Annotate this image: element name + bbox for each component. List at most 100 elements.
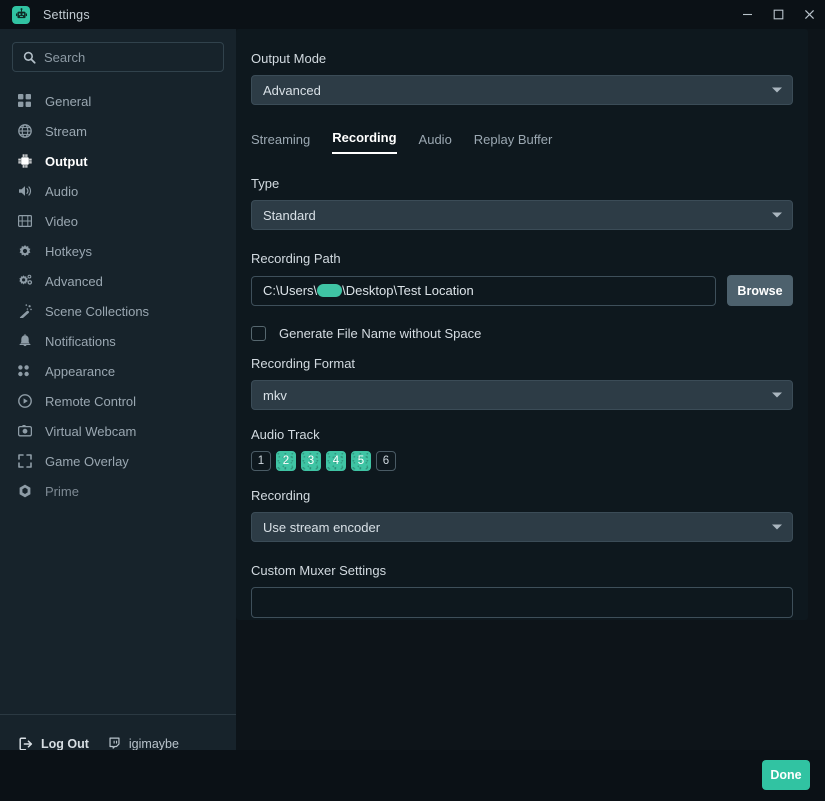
settings-panel: Output Mode Advanced Streaming Recording…: [236, 29, 808, 620]
gears-icon: [18, 274, 36, 288]
camera-icon: [18, 424, 36, 438]
sidebar-item-label: Stream: [45, 123, 87, 139]
tab-recording[interactable]: Recording: [332, 130, 397, 154]
recording-path-row: C:\Users\ \Desktop\Test Location Browse: [251, 275, 793, 306]
chevron-down-icon: [772, 524, 782, 530]
sidebar-item-notifications[interactable]: Notifications: [0, 326, 236, 356]
tab-streaming[interactable]: Streaming: [251, 132, 310, 154]
custom-muxer-input[interactable]: [251, 587, 793, 618]
window-controls: [732, 0, 825, 29]
custom-muxer-label: Custom Muxer Settings: [251, 563, 387, 578]
audio-track-4[interactable]: 4: [326, 451, 346, 471]
sidebar-item-label: General: [45, 93, 92, 109]
audio-track-5[interactable]: 5: [351, 451, 371, 471]
expand-icon: [18, 454, 36, 468]
logout-icon: [19, 736, 33, 751]
sidebar-item-label: Scene Collections: [45, 303, 150, 319]
audio-track-3[interactable]: 3: [301, 451, 321, 471]
type-label: Type: [251, 176, 280, 191]
generate-file-name-checkbox[interactable]: [251, 326, 266, 341]
log-out-button[interactable]: Log Out: [19, 737, 89, 751]
browse-button[interactable]: Browse: [727, 275, 793, 306]
recording-encoder-value: Use stream encoder: [263, 519, 381, 535]
audio-track-label: Audio Track: [251, 427, 320, 442]
audio-track-2[interactable]: 2: [276, 451, 296, 471]
search-icon: [23, 51, 36, 64]
audio-track-6[interactable]: 6: [376, 451, 396, 471]
audio-track-1[interactable]: 1: [251, 451, 271, 471]
sidebar-item-label: Remote Control: [45, 393, 137, 409]
sidebar-item-label: Advanced: [45, 273, 103, 289]
title-bar: Settings: [0, 0, 825, 29]
grid-icon: [18, 94, 36, 108]
sidebar-item-virtual-webcam[interactable]: Virtual Webcam: [0, 416, 236, 446]
account-name: igimaybe: [128, 736, 179, 751]
redaction-blob: [317, 284, 343, 297]
bottom-bar: Done: [0, 750, 825, 801]
sidebar-item-game-overlay[interactable]: Game Overlay: [0, 446, 236, 476]
window-title: Settings: [43, 7, 90, 22]
recording-path-suffix: \Desktop\Test Location: [342, 283, 474, 298]
log-out-label: Log Out: [41, 736, 89, 751]
minimize-icon[interactable]: [732, 0, 763, 29]
prime-diamond-icon: [18, 484, 36, 498]
sidebar-item-scene-collections[interactable]: Scene Collections: [0, 296, 236, 326]
sidebar-item-advanced[interactable]: Advanced: [0, 266, 236, 296]
sidebar-item-label: Hotkeys: [45, 243, 92, 259]
sidebar: General Stream Outpu: [0, 29, 236, 801]
recording-format-value: mkv: [263, 387, 287, 403]
sidebar-item-hotkeys[interactable]: Hotkeys: [0, 236, 236, 266]
sidebar-nav: General Stream Output Audio Video Hotkey…: [0, 86, 236, 506]
tab-replay-buffer[interactable]: Replay Buffer: [474, 132, 553, 154]
sidebar-item-label: Virtual Webcam: [45, 423, 137, 439]
type-value: Standard: [263, 207, 316, 223]
search-input[interactable]: [44, 49, 223, 65]
sidebar-item-label: Output: [45, 153, 88, 169]
sidebar-item-label: Audio: [45, 183, 79, 199]
output-mode-label: Output Mode: [251, 51, 327, 66]
sidebar-item-label: Video: [45, 213, 79, 229]
sidebar-item-general[interactable]: General: [0, 86, 236, 116]
recording-path-prefix: C:\Users\: [263, 283, 318, 298]
play-circle-icon: [18, 394, 36, 408]
speaker-icon: [18, 184, 36, 198]
robot-app-icon: [12, 5, 30, 24]
magic-wand-icon: [18, 304, 36, 318]
settings-window: Settings Search General Stream Output Au…: [0, 0, 825, 801]
sidebar-item-appearance[interactable]: Appearance: [0, 356, 236, 386]
film-icon: [18, 214, 36, 228]
type-select[interactable]: Standard: [251, 200, 793, 230]
account-info[interactable]: igimaybe: [108, 737, 179, 751]
recording-format-label: Recording Format: [251, 356, 356, 371]
output-tabs: Streaming Recording Audio Replay Buffer: [251, 128, 793, 154]
bell-icon: [18, 334, 36, 348]
recording-path-label: Recording Path: [251, 251, 341, 266]
chevron-down-icon: [772, 87, 782, 93]
sidebar-item-video[interactable]: Video: [0, 206, 236, 236]
generate-file-name-row[interactable]: Generate File Name without Space: [251, 326, 793, 341]
globe-icon: [18, 124, 36, 138]
sidebar-item-audio[interactable]: Audio: [0, 176, 236, 206]
sidebar-item-label: Prime: [45, 483, 79, 499]
sidebar-item-label: Notifications: [45, 333, 116, 349]
close-icon[interactable]: [794, 0, 825, 29]
done-button[interactable]: Done: [762, 760, 810, 790]
output-mode-select[interactable]: Advanced: [251, 75, 793, 105]
sidebar-item-label: Appearance: [45, 363, 116, 379]
search-box[interactable]: [12, 42, 224, 72]
output-mode-value: Advanced: [263, 82, 321, 98]
sidebar-item-output[interactable]: Output: [0, 146, 236, 176]
sidebar-item-stream[interactable]: Stream: [0, 116, 236, 146]
recording-encoder-select[interactable]: Use stream encoder: [251, 512, 793, 542]
dots-grid-icon: [18, 364, 36, 378]
chevron-down-icon: [772, 392, 782, 398]
sidebar-item-prime[interactable]: Prime: [0, 476, 236, 506]
recording-path-input[interactable]: C:\Users\ \Desktop\Test Location: [251, 275, 716, 306]
maximize-icon[interactable]: [763, 0, 794, 29]
sidebar-item-remote-control[interactable]: Remote Control: [0, 386, 236, 416]
tab-audio[interactable]: Audio: [419, 132, 452, 154]
twitch-icon: [108, 737, 121, 750]
audio-track-group: 1 2 3 4 5 6: [251, 451, 793, 471]
recording-format-select[interactable]: mkv: [251, 380, 793, 410]
sidebar-item-label: Game Overlay: [45, 453, 129, 469]
